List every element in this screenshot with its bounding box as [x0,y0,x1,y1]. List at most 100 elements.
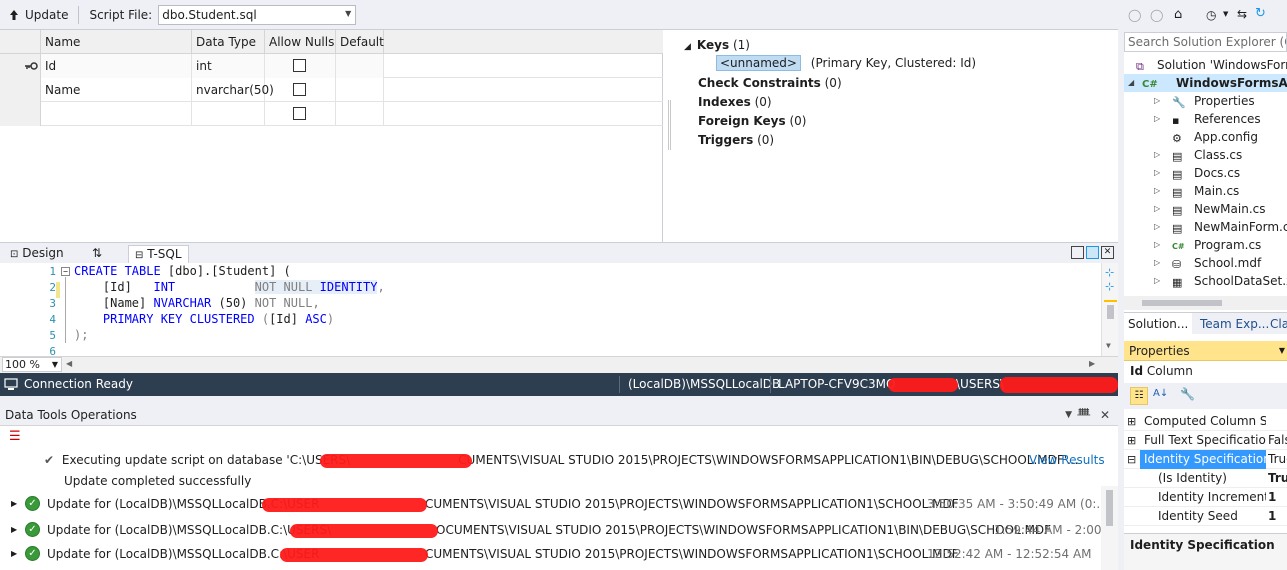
tab-design[interactable]: ⊡ Design [4,245,70,264]
split-editor-icon[interactable]: ⊹ [1105,280,1114,293]
expand-box-icon[interactable]: ⊞ [1127,412,1136,431]
property-row[interactable]: ⊞ Computed Column Sp [1124,412,1287,431]
view-results-link[interactable]: View Results [1029,450,1105,470]
update-button[interactable]: Update [8,8,68,22]
chevron-down-icon[interactable]: ▼ [1223,10,1228,18]
tab-class-view[interactable]: Cla [1266,313,1287,335]
editor-vertical-scrollbar[interactable]: ⊹ ⊹ ▼ [1101,263,1118,356]
alphabetical-icon[interactable]: A↓ [1153,388,1168,399]
collapse-pane-icon[interactable]: ✕ [1101,246,1114,259]
tree-item-project[interactable]: ◢ C# WindowsFormsAppl [1124,74,1287,92]
collapse-box-icon[interactable]: ⊟ [1127,450,1136,469]
history-icon[interactable]: ◷ [1206,8,1216,22]
clear-list-icon[interactable]: ☰ [9,429,21,444]
split-editor-icon[interactable]: ⊹ [1105,266,1114,279]
triggers-node[interactable]: Triggers (0) [698,133,774,147]
row-selector[interactable] [0,54,41,78]
expand-triangle-icon[interactable]: ▷ [1154,164,1164,182]
property-row[interactable]: Identity Increment 1 [1124,488,1287,507]
expand-triangle-icon[interactable]: ▷ [1154,146,1164,164]
indexes-node[interactable]: Indexes (0) [698,95,772,109]
cell-name[interactable]: Id [41,54,192,78]
vertical-split-icon[interactable] [1071,246,1084,259]
tree-item-properties[interactable]: ▷ 🔧 Properties [1124,92,1287,110]
tree-item-references[interactable]: ▷ ▪ References [1124,110,1287,128]
allow-nulls-checkbox[interactable] [293,83,306,96]
expand-triangle-icon[interactable]: ▷ [1154,218,1164,236]
expand-triangle-icon[interactable]: ▷ [1154,110,1164,128]
property-row[interactable]: ⊞ Full Text Specification Fals [1124,431,1287,450]
scrollbar-thumb[interactable] [1106,490,1113,526]
sync-icon[interactable]: ⇆ [1237,7,1247,21]
home-icon[interactable]: ⌂ [1174,7,1182,22]
property-value[interactable]: 1 [1268,507,1287,526]
tab-solution-explorer[interactable]: Solution... [1124,313,1193,335]
key-item[interactable]: <unnamed> (Primary Key, Clustered: Id) [716,55,976,71]
refresh-icon[interactable]: ↻ [1255,6,1266,21]
tree-item-main-cs[interactable]: ▷ ▤ Main.cs [1124,182,1287,200]
chevron-down-icon[interactable]: ▼ [1065,404,1072,426]
cell-allow-nulls[interactable] [265,102,336,126]
table-row[interactable] [0,102,663,126]
row-selector[interactable] [0,102,41,126]
scroll-right-icon[interactable]: ▶ [1089,359,1095,368]
cell-name[interactable] [41,102,192,126]
property-value[interactable]: Fals [1268,431,1287,450]
tree-item-class-cs[interactable]: ▷ ▤ Class.cs [1124,146,1287,164]
cell-data-type[interactable] [192,102,265,126]
expand-triangle-icon[interactable]: ▷ [1154,92,1164,110]
header-default[interactable]: Default [336,30,384,54]
collapse-triangle-icon[interactable]: ◢ [1128,74,1138,92]
pin-icon[interactable]: ᚙ [1077,404,1090,426]
scrollbar-thumb[interactable] [1142,300,1222,306]
allow-nulls-checkbox[interactable] [293,59,306,72]
solution-horizontal-scrollbar[interactable] [1124,296,1287,310]
header-name[interactable]: Name [41,30,192,54]
keys-node[interactable]: ◢ Keys (1) [684,38,750,52]
scroll-down-icon[interactable]: ▼ [1106,341,1111,350]
tab-team-explorer[interactable]: Team Exp... [1196,313,1273,335]
key-name[interactable]: <unnamed> [716,55,801,71]
property-pages-icon[interactable]: 🔧 [1180,387,1195,401]
expand-triangle-icon[interactable]: ▷ [1154,182,1164,200]
solution-search-input[interactable]: Search Solution Explorer (Ctrl+ [1124,32,1287,52]
cell-default[interactable] [336,54,384,78]
expand-triangle-icon[interactable]: ▷ [1154,236,1164,254]
expand-triangle-icon[interactable]: ▶ [11,544,17,564]
expand-triangle-icon[interactable]: ▷ [1154,200,1164,218]
categorized-icon[interactable]: ☷ [1130,387,1148,405]
table-row[interactable]: Id int [0,54,663,78]
tree-item-docs-cs[interactable]: ▷ ▤ Docs.cs [1124,164,1287,182]
allow-nulls-checkbox[interactable] [293,107,306,120]
close-icon[interactable]: ✕ [1100,404,1110,426]
cell-default[interactable] [336,102,384,126]
cell-default[interactable] [336,78,384,102]
property-value[interactable]: 1 [1268,488,1287,507]
property-value[interactable]: True [1268,469,1287,488]
output-vertical-scrollbar[interactable] [1101,486,1118,570]
horizontal-split-icon[interactable] [1086,246,1099,259]
cell-data-type[interactable]: int [192,54,265,78]
tree-item-newmain-cs[interactable]: ▷ ▤ NewMain.cs [1124,200,1287,218]
cell-name[interactable]: Name [41,78,192,102]
expand-triangle-icon[interactable]: ▶ [11,494,17,514]
collapse-triangle-icon[interactable]: ◢ [684,42,691,52]
scroll-left-icon[interactable]: ◀ [66,359,72,368]
pane-splitter[interactable] [0,396,1118,404]
cell-data-type[interactable]: nvarchar(50) [192,78,274,102]
expand-box-icon[interactable]: ⊞ [1127,431,1136,450]
header-allow-nulls[interactable]: Allow Nulls [265,30,336,54]
property-row-selected[interactable]: ⊟ Identity Specification True [1124,450,1287,469]
zoom-dropdown[interactable]: 100 % ▼ [2,357,62,372]
back-icon[interactable]: ◯ [1128,8,1141,22]
header-data-type[interactable]: Data Type [192,30,265,54]
cell-allow-nulls[interactable] [265,78,336,102]
table-row[interactable]: Name nvarchar(50) [0,78,663,102]
tree-item-newmainform-cs[interactable]: ▷ ▤ NewMainForm.cs [1124,218,1287,236]
tree-item-program-cs[interactable]: ▷ C# Program.cs [1124,236,1287,254]
check-constraints-node[interactable]: Check Constraints (0) [698,76,842,90]
scrollbar-thumb[interactable] [1107,305,1114,319]
property-row[interactable]: Identity Seed 1 [1124,507,1287,526]
script-file-dropdown[interactable]: dbo.Student.sql ▼ [158,4,357,25]
row-selector[interactable] [0,78,41,102]
